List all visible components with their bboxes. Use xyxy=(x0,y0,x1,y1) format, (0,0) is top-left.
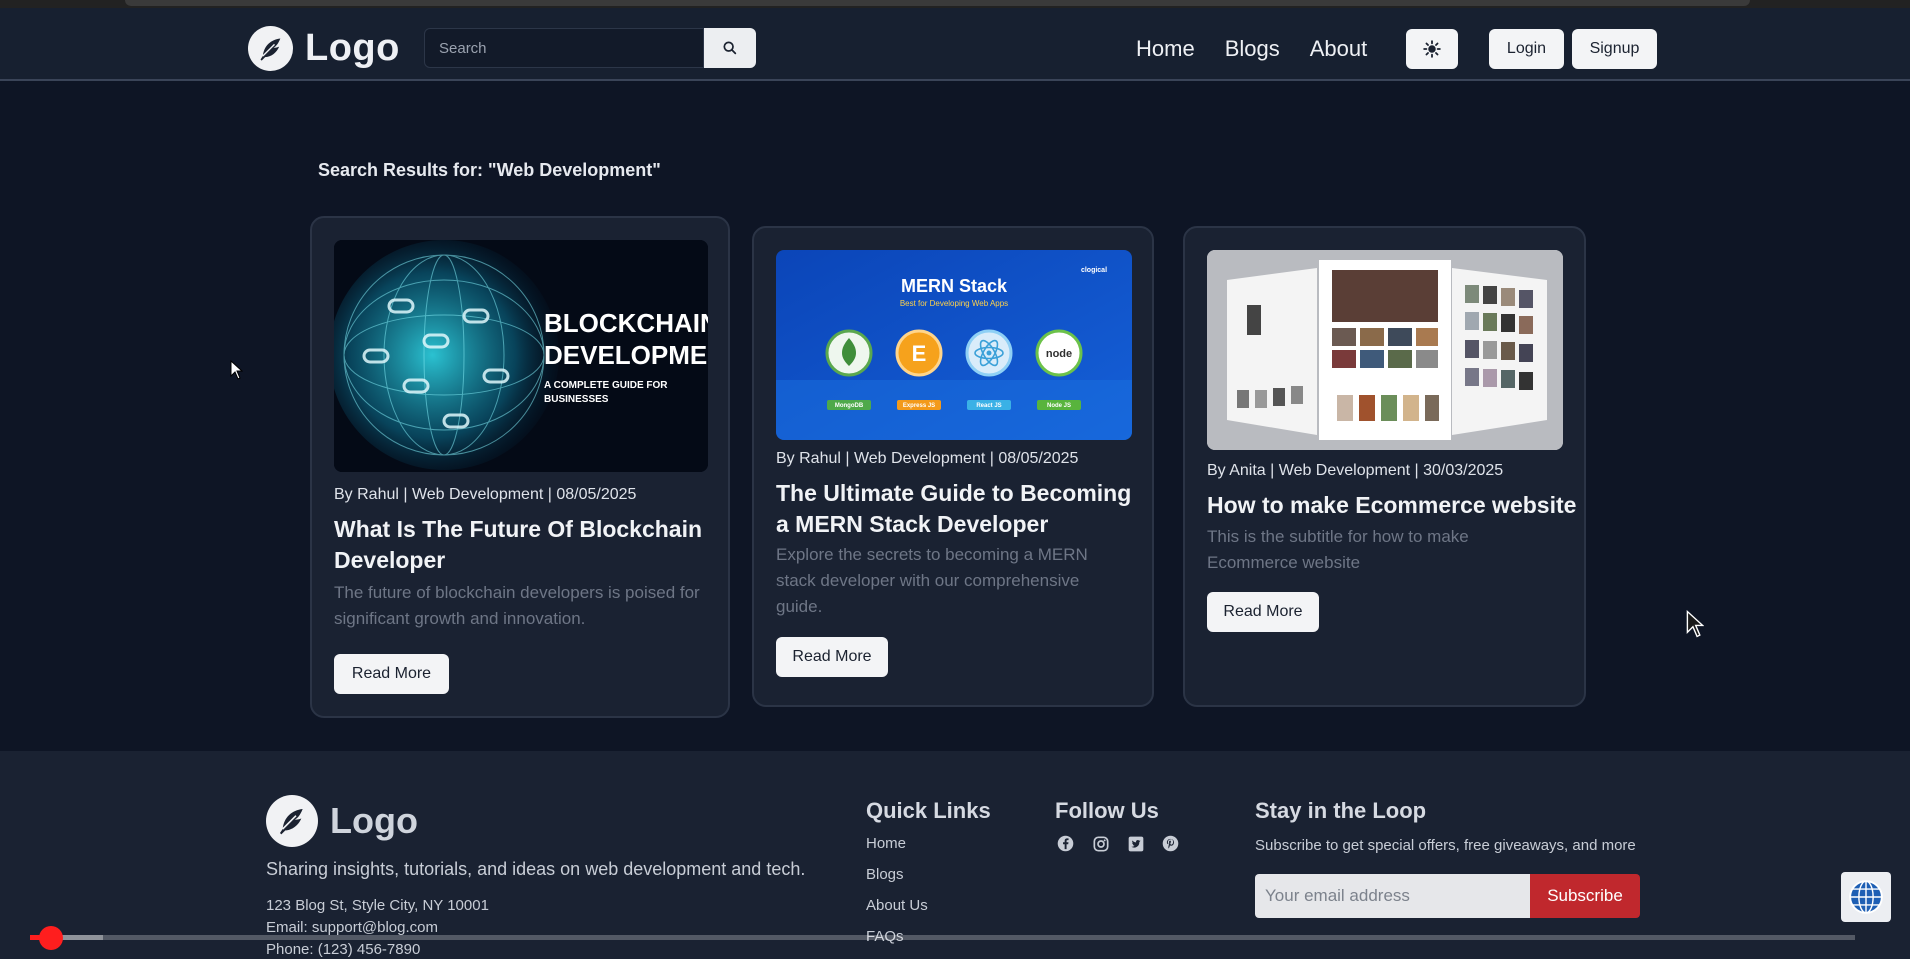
cover-text-line-3: A COMPLETE GUIDE FOR xyxy=(544,380,668,391)
newsletter-text: Subscribe to get special offers, free gi… xyxy=(1255,837,1636,854)
signup-button[interactable]: Signup xyxy=(1572,29,1657,69)
footer-link-blogs[interactable]: Blogs xyxy=(866,866,928,897)
card-meta: By Rahul | Web Development | 08/05/2025 xyxy=(334,486,637,503)
search-results-title: Search Results for: "Web Development" xyxy=(318,160,661,180)
footer-link-faqs[interactable]: FAQs xyxy=(866,928,928,959)
brand-text: Logo xyxy=(305,27,400,69)
card-title[interactable]: How to make Ecommerce website xyxy=(1207,490,1577,521)
svg-text:E: E xyxy=(912,341,927,366)
cover-text-line-2: DEVELOPMENT xyxy=(544,340,708,370)
blockchain-cover-image: BLOCKCHAIN DEVELOPMENT A COMPLETE GUIDE … xyxy=(334,240,708,472)
newsletter-email-input[interactable] xyxy=(1255,874,1530,918)
mern-tag-node: Node JS xyxy=(1047,403,1071,409)
card-title[interactable]: What Is The Future Of Blockchain Develop… xyxy=(334,514,704,576)
quick-links-title: Quick Links xyxy=(866,798,991,823)
footer-brand[interactable]: Logo xyxy=(266,795,418,847)
footer-tagline: Sharing insights, tutorials, and ideas o… xyxy=(266,859,806,879)
mern-tag-mongodb: MongoDB xyxy=(835,403,864,409)
instagram-icon[interactable] xyxy=(1090,833,1111,854)
mouse-cursor-icon xyxy=(230,360,243,380)
newsletter-title: Stay in the Loop xyxy=(1255,798,1427,823)
mern-stack-cover-image: MERN Stack Best for Developing Web Apps … xyxy=(776,250,1132,440)
card-subtitle: Explore the secrets to becoming a MERN s… xyxy=(776,545,1088,616)
search-bar xyxy=(424,28,756,68)
quick-links: Home Blogs About Us FAQs xyxy=(866,835,928,959)
video-progress-bar[interactable] xyxy=(30,926,1855,950)
footer-link-home[interactable]: Home xyxy=(866,835,928,866)
theme-toggle-button[interactable] xyxy=(1406,29,1458,69)
twitter-icon[interactable] xyxy=(1125,833,1146,854)
footer-address: 123 Blog St, Style City, NY 10001 xyxy=(266,897,489,914)
browser-top-strip xyxy=(0,0,1910,8)
nav-home[interactable]: Home xyxy=(1136,36,1195,62)
blog-card: BLOCKCHAIN DEVELOPMENT A COMPLETE GUIDE … xyxy=(310,216,730,718)
main-nav: Home Blogs About xyxy=(1136,36,1367,62)
pinterest-icon[interactable] xyxy=(1160,833,1181,854)
subscribe-button[interactable]: Subscribe xyxy=(1530,874,1640,918)
read-more-button[interactable]: Read More xyxy=(776,637,888,677)
nav-blogs[interactable]: Blogs xyxy=(1225,36,1280,62)
card-title[interactable]: The Ultimate Guide to Becoming a MERN St… xyxy=(776,478,1136,540)
sun-icon xyxy=(1423,40,1441,58)
footer-contact: 123 Blog St, Style City, NY 10001 Email:… xyxy=(266,895,489,959)
card-subtitle: The future of blockchain developers is p… xyxy=(334,583,700,628)
search-icon xyxy=(723,41,737,55)
follow-us-title: Follow Us xyxy=(1055,798,1159,823)
mern-subtitle: Best for Developing Web Apps xyxy=(900,299,1008,308)
search-button[interactable] xyxy=(704,28,756,68)
brand-logo[interactable]: Logo xyxy=(248,26,400,71)
card-meta: By Rahul | Web Development | 08/05/2025 xyxy=(776,450,1079,467)
facebook-icon[interactable] xyxy=(1055,833,1076,854)
login-button[interactable]: Login xyxy=(1489,29,1564,69)
read-more-button[interactable]: Read More xyxy=(1207,592,1319,632)
feather-icon xyxy=(266,795,318,847)
social-links xyxy=(1055,833,1181,854)
nav-about[interactable]: About xyxy=(1310,36,1368,62)
ecommerce-cover-image xyxy=(1207,250,1563,450)
read-more-button[interactable]: Read More xyxy=(334,654,449,694)
navbar: Logo Home Blogs About Login Signup xyxy=(0,8,1910,81)
mern-brand: clogical xyxy=(1081,267,1107,274)
svg-text:node: node xyxy=(1046,348,1072,360)
mern-tag-react: React JS xyxy=(976,403,1001,409)
footer-link-about-us[interactable]: About Us xyxy=(866,897,928,928)
address-bar xyxy=(125,0,1750,6)
mouse-cursor-icon xyxy=(1686,610,1704,638)
search-input[interactable] xyxy=(424,28,704,68)
blog-card: By Anita | Web Development | 30/03/2025 … xyxy=(1183,226,1586,707)
footer-phone: Phone: (123) 456-7890 xyxy=(266,941,421,958)
footer-brand-text: Logo xyxy=(330,800,418,841)
card-subtitle: This is the subtitle for how to make Eco… xyxy=(1207,527,1469,572)
mern-title: MERN Stack xyxy=(901,276,1008,296)
video-scrubber-handle[interactable] xyxy=(38,926,63,950)
cover-text-line-4: BUSINESSES xyxy=(544,394,609,405)
cover-text-line-1: BLOCKCHAIN xyxy=(544,308,708,338)
blog-card: MERN Stack Best for Developing Web Apps … xyxy=(752,226,1154,707)
mern-tag-express: Express JS xyxy=(903,403,935,409)
globe-badge-icon[interactable] xyxy=(1841,872,1891,922)
card-meta: By Anita | Web Development | 30/03/2025 xyxy=(1207,462,1504,479)
feather-icon xyxy=(248,26,293,71)
footer: Logo Sharing insights, tutorials, and id… xyxy=(0,751,1910,959)
